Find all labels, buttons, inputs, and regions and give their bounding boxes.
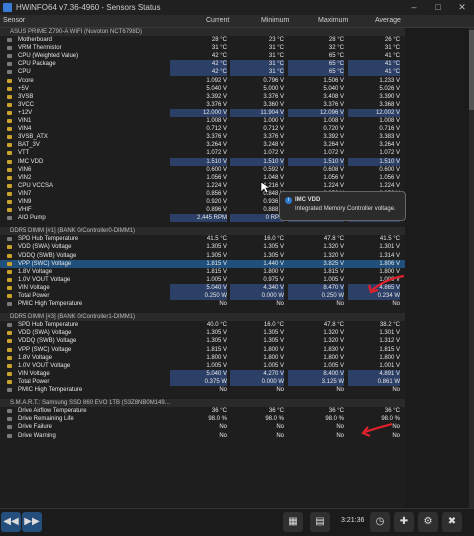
report-icon[interactable]: ▤: [310, 512, 330, 532]
mouse-cursor-icon: [260, 181, 271, 194]
navigate-right-icon[interactable]: ▶▶: [22, 512, 42, 532]
bottom-toolbar: ◀◀ ▶▶ ▦ ▤ 3:21:36 ◷ ✚ ⚙ ✖: [0, 508, 474, 536]
annotation-arrows: [260, 181, 405, 438]
red-arrow-icon: [364, 422, 393, 434]
session-timer: 3:21:36: [341, 517, 365, 524]
add-icon[interactable]: ✚: [394, 512, 414, 532]
settings-gear-icon[interactable]: ⚙: [418, 512, 438, 532]
clock-icon[interactable]: ◷: [370, 512, 390, 532]
network-icon[interactable]: ▦: [283, 512, 303, 532]
navigate-left-icon[interactable]: ◀◀: [1, 512, 21, 532]
close-sensors-icon[interactable]: ✖: [442, 512, 462, 532]
red-arrow-icon: [371, 274, 405, 291]
